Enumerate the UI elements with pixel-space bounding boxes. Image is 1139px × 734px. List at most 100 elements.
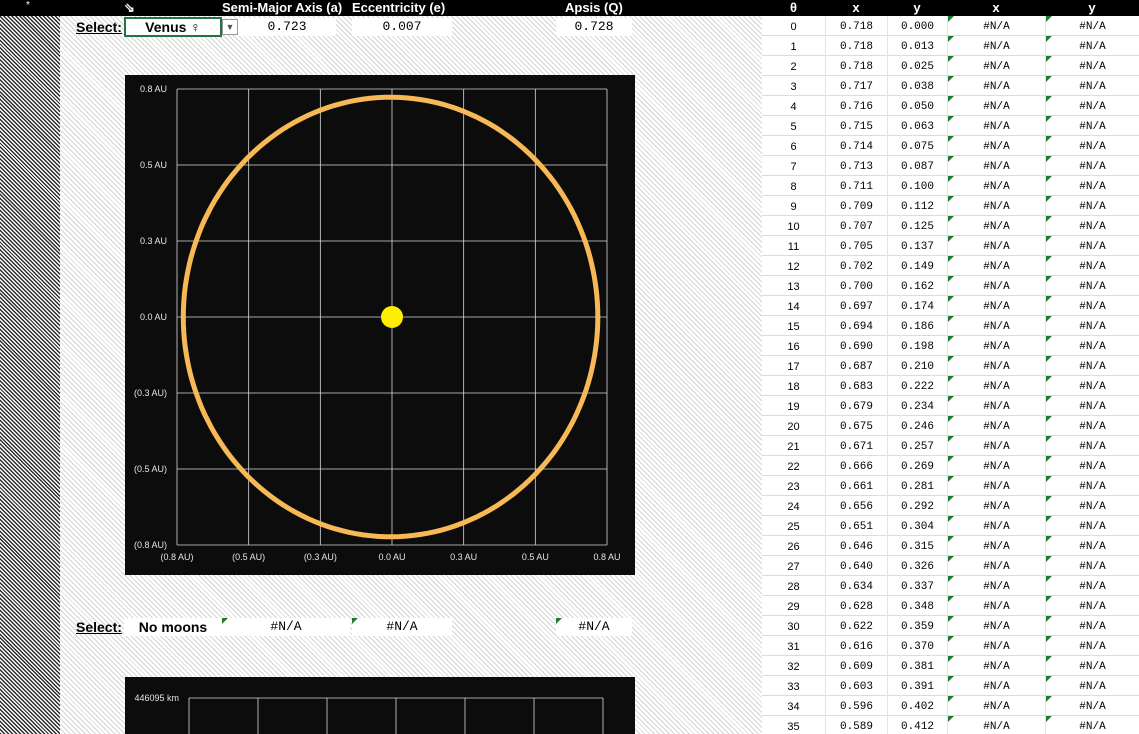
moon-y-cell[interactable]: #N/A bbox=[1045, 276, 1139, 296]
x-cell[interactable]: 0.690 bbox=[825, 336, 887, 356]
x-cell[interactable]: 0.666 bbox=[825, 456, 887, 476]
moon-select-cell[interactable]: No moons bbox=[124, 618, 222, 636]
moon-x-cell[interactable]: #N/A bbox=[947, 336, 1045, 356]
moon-x-cell[interactable]: #N/A bbox=[947, 596, 1045, 616]
theta-cell[interactable]: 0 bbox=[762, 16, 825, 36]
moon-x-cell[interactable]: #N/A bbox=[947, 556, 1045, 576]
y-cell[interactable]: 0.412 bbox=[887, 716, 947, 734]
x-cell[interactable]: 0.679 bbox=[825, 396, 887, 416]
moon-y-cell[interactable]: #N/A bbox=[1045, 236, 1139, 256]
moon-y-cell[interactable]: #N/A bbox=[1045, 216, 1139, 236]
y-cell[interactable]: 0.100 bbox=[887, 176, 947, 196]
theta-cell[interactable]: 3 bbox=[762, 76, 825, 96]
theta-cell[interactable]: 24 bbox=[762, 496, 825, 516]
y-cell[interactable]: 0.269 bbox=[887, 456, 947, 476]
y-cell[interactable]: 0.087 bbox=[887, 156, 947, 176]
moon-y-cell[interactable]: #N/A bbox=[1045, 476, 1139, 496]
y-cell[interactable]: 0.246 bbox=[887, 416, 947, 436]
moon-y-cell[interactable]: #N/A bbox=[1045, 696, 1139, 716]
moon-x-cell[interactable]: #N/A bbox=[947, 96, 1045, 116]
moon-x-cell[interactable]: #N/A bbox=[947, 616, 1045, 636]
moon-semi-major-axis-value[interactable]: #N/A bbox=[222, 618, 350, 636]
x-cell[interactable]: 0.683 bbox=[825, 376, 887, 396]
moon-y-cell[interactable]: #N/A bbox=[1045, 616, 1139, 636]
x-cell[interactable]: 0.661 bbox=[825, 476, 887, 496]
x-cell[interactable]: 0.616 bbox=[825, 636, 887, 656]
theta-cell[interactable]: 18 bbox=[762, 376, 825, 396]
theta-cell[interactable]: 20 bbox=[762, 416, 825, 436]
y-cell[interactable]: 0.281 bbox=[887, 476, 947, 496]
theta-cell[interactable]: 2 bbox=[762, 56, 825, 76]
moon-x-cell[interactable]: #N/A bbox=[947, 276, 1045, 296]
y-cell[interactable]: 0.013 bbox=[887, 36, 947, 56]
y-cell[interactable]: 0.315 bbox=[887, 536, 947, 556]
theta-cell[interactable]: 5 bbox=[762, 116, 825, 136]
moon-y-cell[interactable]: #N/A bbox=[1045, 316, 1139, 336]
y-cell[interactable]: 0.137 bbox=[887, 236, 947, 256]
moon-y-cell[interactable]: #N/A bbox=[1045, 436, 1139, 456]
theta-cell[interactable]: 30 bbox=[762, 616, 825, 636]
y-cell[interactable]: 0.075 bbox=[887, 136, 947, 156]
theta-cell[interactable]: 22 bbox=[762, 456, 825, 476]
theta-cell[interactable]: 9 bbox=[762, 196, 825, 216]
theta-cell[interactable]: 35 bbox=[762, 716, 825, 734]
y-cell[interactable]: 0.222 bbox=[887, 376, 947, 396]
moon-y-cell[interactable]: #N/A bbox=[1045, 336, 1139, 356]
moon-x-cell[interactable]: #N/A bbox=[947, 216, 1045, 236]
theta-cell[interactable]: 32 bbox=[762, 656, 825, 676]
moon-y-cell[interactable]: #N/A bbox=[1045, 716, 1139, 734]
x-cell[interactable]: 0.718 bbox=[825, 36, 887, 56]
x-cell[interactable]: 0.646 bbox=[825, 536, 887, 556]
moon-y-cell[interactable]: #N/A bbox=[1045, 76, 1139, 96]
x-cell[interactable]: 0.651 bbox=[825, 516, 887, 536]
moon-apsis-value[interactable]: #N/A bbox=[556, 618, 632, 636]
theta-cell[interactable]: 13 bbox=[762, 276, 825, 296]
moon-x-cell[interactable]: #N/A bbox=[947, 676, 1045, 696]
moon-y-cell[interactable]: #N/A bbox=[1045, 56, 1139, 76]
y-cell[interactable]: 0.370 bbox=[887, 636, 947, 656]
x-cell[interactable]: 0.634 bbox=[825, 576, 887, 596]
x-cell[interactable]: 0.671 bbox=[825, 436, 887, 456]
theta-cell[interactable]: 1 bbox=[762, 36, 825, 56]
y-cell[interactable]: 0.359 bbox=[887, 616, 947, 636]
theta-cell[interactable]: 11 bbox=[762, 236, 825, 256]
moon-eccentricity-value[interactable]: #N/A bbox=[352, 618, 452, 636]
moon-x-cell[interactable]: #N/A bbox=[947, 656, 1045, 676]
moon-y-cell[interactable]: #N/A bbox=[1045, 196, 1139, 216]
x-cell[interactable]: 0.622 bbox=[825, 616, 887, 636]
planet-select-cell[interactable]: Venus ♀ bbox=[124, 17, 222, 37]
moon-x-cell[interactable]: #N/A bbox=[947, 696, 1045, 716]
y-cell[interactable]: 0.326 bbox=[887, 556, 947, 576]
x-cell[interactable]: 0.717 bbox=[825, 76, 887, 96]
moon-y-cell[interactable]: #N/A bbox=[1045, 516, 1139, 536]
x-cell[interactable]: 0.716 bbox=[825, 96, 887, 116]
x-cell[interactable]: 0.714 bbox=[825, 136, 887, 156]
x-cell[interactable]: 0.713 bbox=[825, 156, 887, 176]
x-cell[interactable]: 0.628 bbox=[825, 596, 887, 616]
x-cell[interactable]: 0.589 bbox=[825, 716, 887, 734]
apsis-value[interactable]: 0.728 bbox=[556, 18, 632, 36]
moon-y-cell[interactable]: #N/A bbox=[1045, 456, 1139, 476]
moon-x-cell[interactable]: #N/A bbox=[947, 376, 1045, 396]
moon-y-cell[interactable]: #N/A bbox=[1045, 416, 1139, 436]
y-cell[interactable]: 0.234 bbox=[887, 396, 947, 416]
x-cell[interactable]: 0.687 bbox=[825, 356, 887, 376]
y-cell[interactable]: 0.210 bbox=[887, 356, 947, 376]
moon-x-cell[interactable]: #N/A bbox=[947, 196, 1045, 216]
theta-cell[interactable]: 8 bbox=[762, 176, 825, 196]
theta-cell[interactable]: 27 bbox=[762, 556, 825, 576]
moon-y-cell[interactable]: #N/A bbox=[1045, 656, 1139, 676]
moon-x-cell[interactable]: #N/A bbox=[947, 256, 1045, 276]
y-cell[interactable]: 0.337 bbox=[887, 576, 947, 596]
moon-x-cell[interactable]: #N/A bbox=[947, 716, 1045, 734]
theta-cell[interactable]: 7 bbox=[762, 156, 825, 176]
moon-y-cell[interactable]: #N/A bbox=[1045, 536, 1139, 556]
x-cell[interactable]: 0.718 bbox=[825, 16, 887, 36]
y-cell[interactable]: 0.000 bbox=[887, 16, 947, 36]
y-cell[interactable]: 0.381 bbox=[887, 656, 947, 676]
moon-y-cell[interactable]: #N/A bbox=[1045, 296, 1139, 316]
x-cell[interactable]: 0.711 bbox=[825, 176, 887, 196]
moon-y-cell[interactable]: #N/A bbox=[1045, 16, 1139, 36]
moon-y-cell[interactable]: #N/A bbox=[1045, 116, 1139, 136]
theta-cell[interactable]: 29 bbox=[762, 596, 825, 616]
